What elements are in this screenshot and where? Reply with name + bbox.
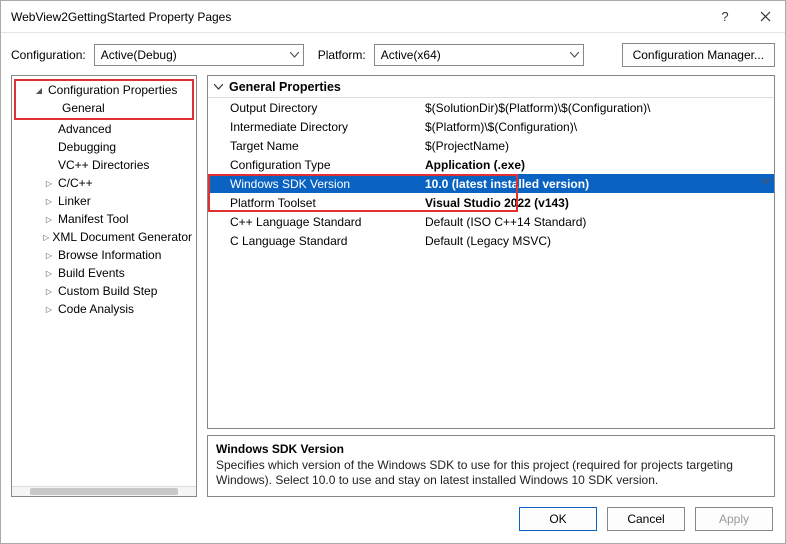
property-row[interactable]: Configuration TypeApplication (.exe) — [208, 155, 774, 174]
tree-item-general[interactable]: General — [16, 99, 192, 117]
tree-root[interactable]: Configuration Properties — [16, 81, 192, 99]
expander-collapsed-icon[interactable] — [42, 286, 56, 297]
tree-item-advanced[interactable]: Advanced — [12, 120, 196, 138]
tree-highlight-root: Configuration Properties General — [14, 79, 194, 120]
configuration-label: Configuration: — [11, 48, 86, 62]
property-row[interactable]: C++ Language StandardDefault (ISO C++14 … — [208, 212, 774, 231]
footer: OK Cancel Apply — [1, 497, 785, 543]
right-pane: General Properties Output Directory$(Sol… — [207, 75, 775, 497]
chevron-down-icon — [290, 52, 299, 58]
description-pane: Windows SDK Version Specifies which vers… — [207, 435, 775, 497]
platform-combo[interactable]: Active(x64) — [374, 44, 584, 66]
tree-item-manifest-tool[interactable]: Manifest Tool — [12, 210, 196, 228]
cancel-button[interactable]: Cancel — [607, 507, 685, 531]
tree-item-custom-build-step[interactable]: Custom Build Step — [12, 282, 196, 300]
platform-value: Active(x64) — [381, 48, 441, 62]
property-group-header[interactable]: General Properties — [208, 76, 774, 98]
expander-collapsed-icon[interactable] — [42, 268, 56, 279]
ok-button[interactable]: OK — [519, 507, 597, 531]
configuration-value: Active(Debug) — [101, 48, 177, 62]
chevron-down-icon — [214, 84, 223, 90]
tree-item-debugging[interactable]: Debugging — [12, 138, 196, 156]
expander-expanded-icon[interactable] — [32, 85, 46, 96]
configuration-manager-button[interactable]: Configuration Manager... — [622, 43, 775, 67]
dialog-window: WebView2GettingStarted Property Pages ? … — [0, 0, 786, 544]
tree-item-build-events[interactable]: Build Events — [12, 264, 196, 282]
tree-item-ccpp[interactable]: C/C++ — [12, 174, 196, 192]
expander-collapsed-icon[interactable] — [42, 178, 56, 189]
expander-collapsed-icon[interactable] — [42, 304, 56, 315]
expander-collapsed-icon[interactable] — [42, 196, 56, 207]
property-grid-body: Output Directory$(SolutionDir)$(Platform… — [208, 98, 774, 428]
toolbar: Configuration: Active(Debug) Platform: A… — [1, 33, 785, 75]
property-row[interactable]: C Language StandardDefault (Legacy MSVC) — [208, 231, 774, 250]
help-button[interactable]: ? — [705, 1, 745, 33]
expander-collapsed-icon[interactable] — [42, 250, 56, 261]
configuration-combo[interactable]: Active(Debug) — [94, 44, 304, 66]
chevron-down-icon — [570, 52, 579, 58]
tree[interactable]: Configuration Properties General Advance… — [12, 76, 196, 486]
expander-collapsed-icon[interactable] — [42, 214, 56, 225]
tree-pane: Configuration Properties General Advance… — [11, 75, 197, 497]
platform-label: Platform: — [318, 48, 366, 62]
tree-item-code-analysis[interactable]: Code Analysis — [12, 300, 196, 318]
tree-item-xml-document-generator[interactable]: XML Document Generator — [12, 228, 196, 246]
description-title: Windows SDK Version — [216, 442, 766, 456]
tree-root-label: Configuration Properties — [46, 83, 177, 97]
apply-button[interactable]: Apply — [695, 507, 773, 531]
property-row[interactable]: Target Name$(ProjectName) — [208, 136, 774, 155]
window-title: WebView2GettingStarted Property Pages — [11, 10, 705, 24]
property-row[interactable]: Platform ToolsetVisual Studio 2022 (v143… — [208, 193, 774, 212]
close-icon — [760, 11, 771, 22]
description-text: Specifies which version of the Windows S… — [216, 458, 766, 488]
property-row-selected[interactable]: Windows SDK Version 10.0 (latest install… — [208, 174, 774, 193]
property-row[interactable]: Intermediate Directory$(Platform)\$(Conf… — [208, 117, 774, 136]
tree-item-browse-information[interactable]: Browse Information — [12, 246, 196, 264]
property-grid: General Properties Output Directory$(Sol… — [207, 75, 775, 429]
property-row[interactable]: Output Directory$(SolutionDir)$(Platform… — [208, 98, 774, 117]
expander-collapsed-icon[interactable] — [42, 232, 50, 243]
titlebar: WebView2GettingStarted Property Pages ? — [1, 1, 785, 33]
tree-horizontal-scrollbar[interactable] — [12, 486, 196, 496]
close-button[interactable] — [745, 1, 785, 33]
tree-item-vcpp-directories[interactable]: VC++ Directories — [12, 156, 196, 174]
body: Configuration Properties General Advance… — [1, 75, 785, 497]
chevron-down-icon[interactable] — [761, 176, 770, 186]
tree-item-linker[interactable]: Linker — [12, 192, 196, 210]
